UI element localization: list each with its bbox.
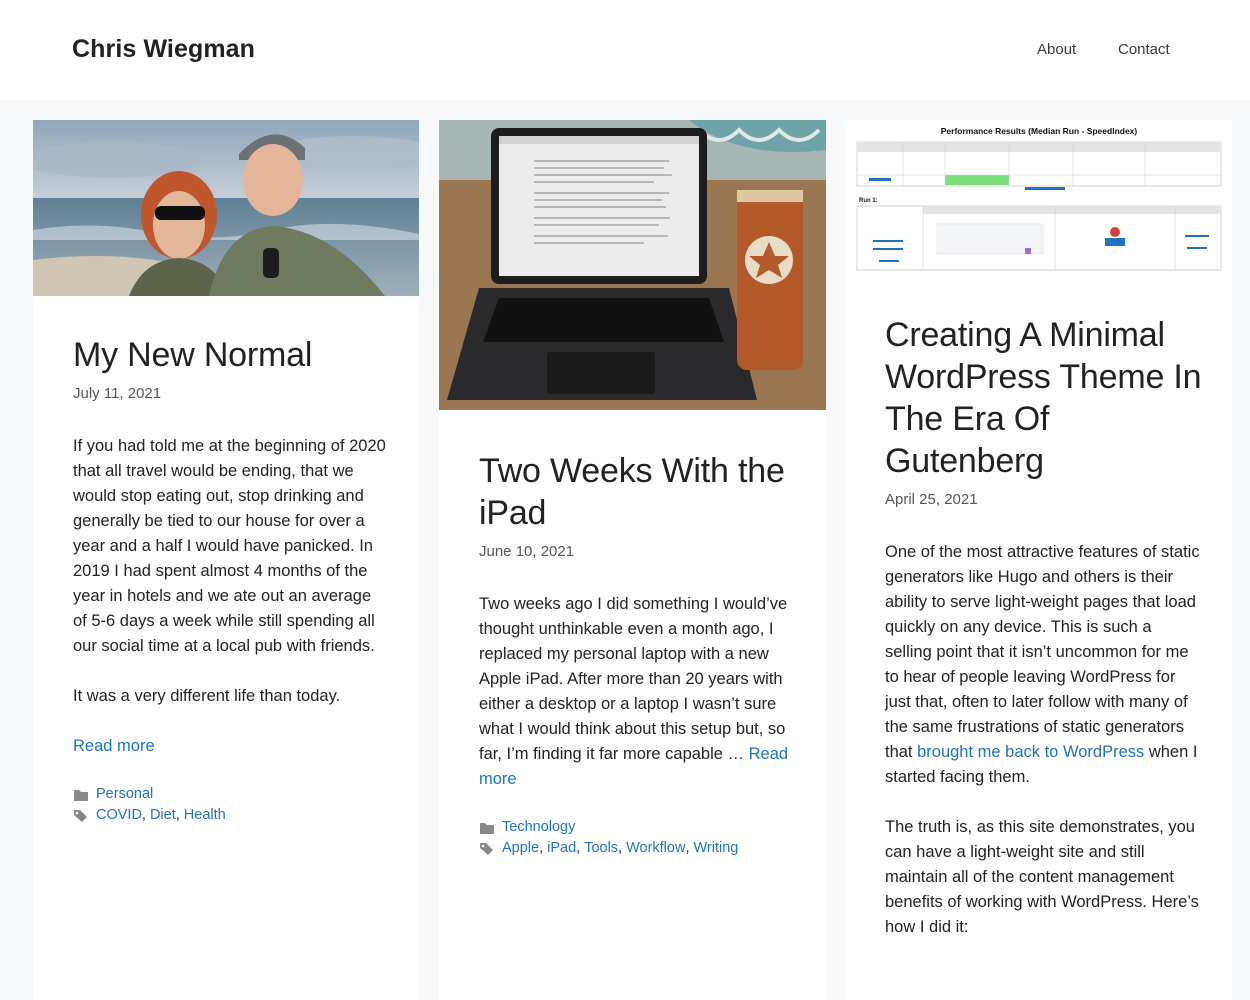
thumb-heading: Performance Results (Median Run - SpeedI… xyxy=(941,126,1138,136)
excerpt-paragraph: Two weeks ago I did something I would’ve… xyxy=(479,595,788,763)
site-title[interactable]: Chris Wiegman xyxy=(72,35,255,64)
tag-link[interactable]: Diet xyxy=(150,805,176,826)
categories-row: Personal xyxy=(73,784,389,805)
tag-link[interactable]: Workflow xyxy=(626,838,685,859)
post-thumbnail-beach[interactable] xyxy=(33,120,419,296)
post-thumbnail-performance[interactable]: Performance Results (Median Run - SpeedI… xyxy=(845,120,1232,280)
tag-link[interactable]: Apple xyxy=(502,838,539,859)
tags-row: Apple, iPad, Tools, Workflow, Writing xyxy=(479,838,796,859)
excerpt-paragraph: The truth is, as this site demonstrates,… xyxy=(885,818,1199,936)
nav-about[interactable]: About xyxy=(1037,41,1076,58)
post-excerpt: One of the most attractive features of s… xyxy=(885,540,1202,940)
post-date: June 10, 2021 xyxy=(479,543,575,560)
post-card: Performance Results (Median Run - SpeedI… xyxy=(845,120,1232,1000)
post-excerpt: Two weeks ago I did something I would’ve… xyxy=(479,592,796,792)
excerpt-paragraph: One of the most attractive features of s… xyxy=(885,543,1200,786)
categories-row: Technology xyxy=(479,817,796,838)
category-link[interactable]: Personal xyxy=(96,784,153,805)
post-meta: Technology Apple, iPad, Tools, Workflow,… xyxy=(479,817,796,859)
post-date: July 11, 2021 xyxy=(73,385,162,402)
read-more-link[interactable]: Read more xyxy=(73,737,155,755)
folder-icon xyxy=(73,788,89,802)
tags-icon xyxy=(73,809,89,823)
folder-icon xyxy=(479,821,495,835)
post-date: April 25, 2021 xyxy=(885,491,978,508)
post-title[interactable]: My New Normal xyxy=(73,334,389,376)
post-title[interactable]: Two Weeks With the iPad xyxy=(479,450,796,534)
post-excerpt: If you had told me at the beginning of 2… xyxy=(73,434,389,759)
excerpt-paragraph: If you had told me at the beginning of 2… xyxy=(73,437,386,655)
tag-link[interactable]: Health xyxy=(184,805,226,826)
tag-link[interactable]: iPad xyxy=(547,838,576,859)
tag-link[interactable]: Writing xyxy=(693,838,738,859)
post-meta: Personal COVID, Diet, Health xyxy=(73,784,389,826)
tags-row: COVID, Diet, Health xyxy=(73,805,389,826)
tag-link[interactable]: COVID xyxy=(96,805,142,826)
thumb-run-label: Run 1: xyxy=(859,198,878,204)
site-header: Chris Wiegman About Contact xyxy=(0,0,1250,100)
post-card: My New Normal July 11, 2021 If you had t… xyxy=(33,120,419,1000)
tag-link[interactable]: Tools xyxy=(584,838,618,859)
nav-contact[interactable]: Contact xyxy=(1118,41,1170,58)
post-title[interactable]: Creating A Minimal WordPress Theme In Th… xyxy=(885,314,1202,482)
excerpt-paragraph: It was a very different life than today. xyxy=(73,687,341,705)
category-link[interactable]: Technology xyxy=(502,817,575,838)
inline-post-link[interactable]: brought me back to WordPress xyxy=(917,743,1144,761)
post-thumbnail-ipad[interactable] xyxy=(439,120,826,410)
post-card: Two Weeks With the iPad June 10, 2021 Tw… xyxy=(439,120,826,1000)
tags-icon xyxy=(479,842,495,856)
